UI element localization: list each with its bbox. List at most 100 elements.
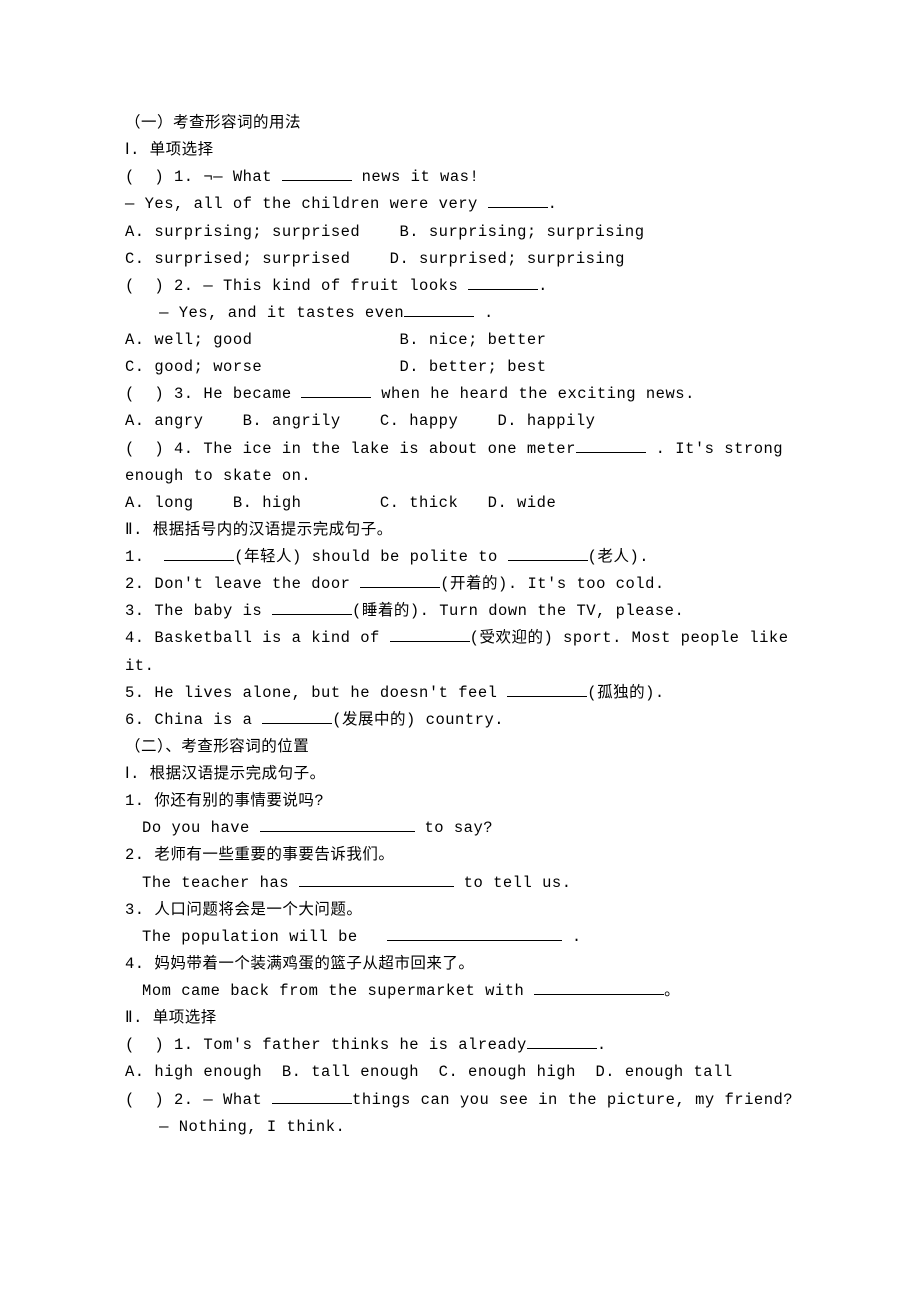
t: . (562, 928, 582, 946)
optC: C. surprised; surprised (125, 250, 350, 268)
q3-l1a: ( ) 3. He became (125, 385, 301, 403)
section-2-part1-title: Ⅰ. 根据汉语提示完成句子。 (125, 761, 810, 788)
t: (老人). (588, 548, 649, 566)
s2p2-q2c: — Nothing, I think. (125, 1114, 810, 1141)
optB: B. nice; better (399, 331, 546, 349)
s2p2-q1-opts: A. high enough B. tall enough C. enough … (125, 1059, 810, 1086)
q1-mid: news it was! (352, 168, 479, 186)
p2-q2: 2. Don't leave the door (开着的). It's too … (125, 571, 810, 598)
blank (404, 301, 474, 317)
q1-optsCD: C. surprised; surprised D. surprised; su… (125, 246, 810, 273)
optB: B. surprising; surprising (399, 223, 644, 241)
t: 4. Basketball is a kind of (125, 629, 390, 647)
blank (164, 545, 234, 561)
t: things can you see in the picture, my fr… (352, 1091, 793, 1109)
blank (299, 871, 454, 887)
section-1-title: （一）考查形容词的用法 (125, 110, 810, 137)
blank (272, 1088, 352, 1104)
t: (受欢迎的) sport. Most people like (470, 629, 789, 647)
t: The population will be (142, 928, 387, 946)
q4-l1b: . It's strong (646, 440, 783, 458)
blank (468, 274, 538, 290)
q2-l2a: — Yes, and it tastes even (159, 304, 404, 322)
s2-q4-zh: 4. 妈妈带着一个装满鸡蛋的篮子从超市回来了。 (125, 951, 810, 978)
t: Mom came back from the supermarket with (142, 982, 534, 1000)
q4-line2: enough to skate on. (125, 463, 810, 490)
q4-opts: A. long B. high C. thick D. wide (125, 490, 810, 517)
s2-q2-en: The teacher has to tell us. (125, 870, 810, 897)
blank (508, 545, 588, 561)
section-1-part1-title: Ⅰ. 单项选择 (125, 137, 810, 164)
s2-q1-zh: 1. 你还有别的事情要说吗? (125, 788, 810, 815)
q2-line2: — Yes, and it tastes even . (125, 300, 810, 327)
section-2-title: （二）、考查形容词的位置 (125, 734, 810, 761)
p2-q4c: it. (125, 653, 810, 680)
p2-q6: 6. China is a (发展中的) country. (125, 707, 810, 734)
s2-q2-zh: 2. 老师有一些重要的事要告诉我们。 (125, 842, 810, 869)
t: 。 (664, 982, 680, 1000)
t: to say? (415, 819, 493, 837)
q2-optsAB: A. well; good B. nice; better (125, 327, 810, 354)
s2p2-q2a: ( ) 2. — What things can you see in the … (125, 1087, 810, 1114)
q1-prefix: ( ) 1. ¬— What (125, 168, 282, 186)
q2-l1a: ( ) 2. — This kind of fruit looks (125, 277, 468, 295)
t: ( ) 2. — What (125, 1091, 272, 1109)
t: 3. The baby is (125, 602, 272, 620)
t: to tell us. (454, 874, 572, 892)
q3-line1: ( ) 3. He became when he heard the excit… (125, 381, 810, 408)
blank (360, 572, 440, 588)
blank (272, 600, 352, 616)
q1-line2: — Yes, all of the children were very . (125, 191, 810, 218)
blank (260, 817, 415, 833)
blank (282, 166, 352, 182)
t: (年轻人) should be polite to (234, 548, 507, 566)
q3-l1b: when he heard the exciting news. (371, 385, 694, 403)
q4-l1a: ( ) 4. The ice in the lake is about one … (125, 440, 576, 458)
blank (576, 437, 646, 453)
blank (534, 979, 664, 995)
s2-q1-en: Do you have to say? (125, 815, 810, 842)
t: 1. (125, 548, 164, 566)
blank (527, 1034, 597, 1050)
section-2-part2-title: Ⅱ. 单项选择 (125, 1005, 810, 1032)
blank (390, 627, 470, 643)
section-1-part2-title: Ⅱ. 根据括号内的汉语提示完成句子。 (125, 517, 810, 544)
t: Do you have (142, 819, 260, 837)
optD: D. surprised; surprising (390, 250, 625, 268)
q2-line1: ( ) 2. — This kind of fruit looks . (125, 273, 810, 300)
blank (387, 925, 562, 941)
t: (睡着的). Turn down the TV, please. (352, 602, 684, 620)
t: 2. Don't leave the door (125, 575, 360, 593)
p2-q5: 5. He lives alone, but he doesn't feel (… (125, 680, 810, 707)
t: (发展中的) country. (332, 711, 504, 729)
q4-line1: ( ) 4. The ice in the lake is about one … (125, 436, 810, 463)
t: 5. He lives alone, but he doesn't feel (125, 684, 507, 702)
s2p2-q1: ( ) 1. Tom's father thinks he is already… (125, 1032, 810, 1059)
q1-l2b: . (548, 195, 558, 213)
p2-q1: 1. (年轻人) should be polite to (老人). (125, 544, 810, 571)
t: ( ) 1. Tom's father thinks he is already (125, 1036, 527, 1054)
blank (262, 708, 332, 724)
q1-l2a: — Yes, all of the children were very (125, 195, 488, 213)
blank (488, 193, 548, 209)
q2-l2b: . (474, 304, 494, 322)
q2-optsCD: C. good; worse D. better; best (125, 354, 810, 381)
q1-line1: ( ) 1. ¬— What news it was! (125, 164, 810, 191)
q2-l1b: . (538, 277, 548, 295)
q3-opts: A. angry B. angrily C. happy D. happily (125, 408, 810, 435)
t: . (597, 1036, 607, 1054)
s2-q3-zh: 3. 人口问题将会是一个大问题。 (125, 897, 810, 924)
optA: A. surprising; surprised (125, 223, 360, 241)
q1-optsAB: A. surprising; surprised B. surprising; … (125, 219, 810, 246)
optD: D. better; best (399, 358, 546, 376)
t: The teacher has (142, 874, 299, 892)
s2-q4-en: Mom came back from the supermarket with … (125, 978, 810, 1005)
optC: C. good; worse (125, 358, 262, 376)
s2-q3-en: The population will be . (125, 924, 810, 951)
blank (507, 681, 587, 697)
t: (开着的). It's too cold. (440, 575, 664, 593)
p2-q4a: 4. Basketball is a kind of (受欢迎的) sport.… (125, 625, 810, 652)
t: (孤独的). (587, 684, 664, 702)
p2-q3: 3. The baby is (睡着的). Turn down the TV, … (125, 598, 810, 625)
optA: A. well; good (125, 331, 252, 349)
